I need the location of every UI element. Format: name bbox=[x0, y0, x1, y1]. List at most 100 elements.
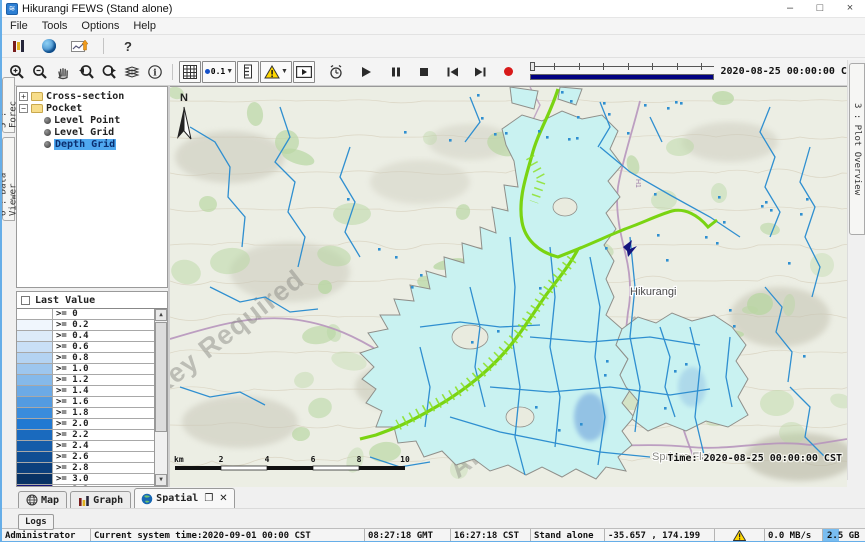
status-memory: 2.5 GB bbox=[822, 529, 865, 542]
memory-label: 2.5 GB bbox=[823, 529, 865, 541]
globe-wire-icon bbox=[26, 494, 38, 506]
expand-icon[interactable]: + bbox=[19, 92, 28, 101]
tab-graph-label: Graph bbox=[93, 495, 123, 506]
tab-maximize-icon[interactable]: ❐ bbox=[204, 493, 213, 504]
scroll-thumb[interactable] bbox=[155, 322, 167, 432]
legend-row[interactable]: >= 1.8 bbox=[17, 408, 154, 419]
legend-swatch bbox=[17, 452, 53, 462]
pan-hand-icon[interactable] bbox=[52, 61, 74, 83]
info-icon[interactable]: i bbox=[144, 61, 166, 83]
tree-label: Pocket bbox=[46, 103, 82, 114]
menu-options[interactable]: Options bbox=[81, 20, 119, 32]
tab-map[interactable]: Map bbox=[18, 491, 67, 508]
tab-plot-overview[interactable]: 3 : Plot Overview bbox=[849, 63, 865, 235]
legend-swatch bbox=[17, 342, 53, 352]
warning-threshold-dropdown[interactable]: ▼ bbox=[260, 61, 292, 83]
stop-icon[interactable] bbox=[413, 61, 435, 83]
step-back-icon[interactable] bbox=[441, 61, 463, 83]
legend-label: >= 1.4 bbox=[53, 386, 89, 396]
legend-label: >= 0.8 bbox=[53, 353, 89, 363]
tab-graph[interactable]: Graph bbox=[70, 491, 131, 508]
scroll-track[interactable] bbox=[155, 321, 167, 474]
pause-icon[interactable] bbox=[385, 61, 407, 83]
status-coordinates: -35.657 , 174.199 bbox=[604, 529, 714, 542]
legend-scrollbar[interactable]: ▲ ▼ bbox=[154, 309, 167, 486]
collapse-icon[interactable]: − bbox=[19, 104, 28, 113]
close-button[interactable]: × bbox=[835, 0, 865, 17]
help-button[interactable]: ? bbox=[117, 35, 139, 57]
tree-item-level-point[interactable]: Level Point bbox=[19, 114, 167, 126]
bottom-tab-bar: Map Graph Spatial ❐ ✕ bbox=[2, 487, 865, 508]
legend-swatch bbox=[17, 485, 53, 486]
legend-swatch bbox=[17, 320, 53, 330]
status-warning-cell[interactable] bbox=[714, 529, 764, 542]
tree-item-pocket[interactable]: − Pocket bbox=[19, 102, 167, 114]
tab-forecast[interactable]: 5 : Forec bbox=[2, 77, 15, 133]
scale-gauge-button[interactable] bbox=[237, 61, 259, 83]
map-canvas[interactable]: API Key Required API Key Required bbox=[170, 87, 847, 487]
legend-row[interactable]: >= 3.0 bbox=[17, 474, 154, 485]
menu-file[interactable]: File bbox=[10, 20, 28, 32]
legend-row[interactable]: >= 0.2 bbox=[17, 320, 154, 331]
legend-row[interactable]: >= 2.8 bbox=[17, 463, 154, 474]
legend-row[interactable]: >= 3.2 bbox=[17, 485, 154, 486]
status-network-rate: 0.0 MB/s bbox=[764, 529, 822, 542]
legend-row[interactable]: >= 0.4 bbox=[17, 331, 154, 342]
tab-spatial[interactable]: Spatial ❐ ✕ bbox=[134, 488, 235, 508]
scroll-up-icon[interactable]: ▲ bbox=[155, 309, 167, 321]
legend-row[interactable]: >= 0.6 bbox=[17, 342, 154, 353]
status-user: Administrator bbox=[2, 529, 90, 542]
legend-row[interactable]: >= 2.4 bbox=[17, 441, 154, 452]
animation-settings-icon[interactable] bbox=[325, 61, 347, 83]
legend-label: >= 0 bbox=[53, 309, 78, 319]
scroll-down-icon[interactable]: ▼ bbox=[155, 474, 167, 486]
maximize-button[interactable]: □ bbox=[805, 0, 835, 17]
legend-row[interactable]: >= 1.6 bbox=[17, 397, 154, 408]
legend-row[interactable]: >= 1.0 bbox=[17, 364, 154, 375]
logs-button[interactable]: Logs bbox=[18, 514, 54, 530]
legend-row[interactable]: >= 2.0 bbox=[17, 419, 154, 430]
step-forward-icon[interactable] bbox=[469, 61, 491, 83]
forecast-dialog-icon[interactable] bbox=[68, 35, 90, 57]
zoom-next-icon[interactable] bbox=[98, 61, 120, 83]
time-slider-handle[interactable] bbox=[530, 62, 535, 71]
timeseries-display-icon[interactable] bbox=[8, 35, 30, 57]
legend-label: >= 3.2 bbox=[53, 485, 89, 486]
tab-data-viewer[interactable]: 6 : Data Viewer bbox=[2, 137, 15, 221]
zoom-previous-icon[interactable] bbox=[75, 61, 97, 83]
town-label: Hikurangi bbox=[630, 286, 676, 298]
menu-help[interactable]: Help bbox=[133, 20, 156, 32]
zoom-out-icon[interactable] bbox=[29, 61, 51, 83]
legend-row[interactable]: >= 0 bbox=[17, 309, 154, 320]
tree-item-cross-section[interactable]: + Cross-section bbox=[19, 90, 167, 102]
record-icon[interactable] bbox=[497, 61, 519, 83]
legend-row[interactable]: >= 0.8 bbox=[17, 353, 154, 364]
animation-display-button[interactable] bbox=[293, 61, 315, 83]
warning-icon bbox=[733, 530, 746, 541]
legend-label: >= 2.8 bbox=[53, 463, 89, 473]
menu-tools[interactable]: Tools bbox=[42, 20, 68, 32]
legend-row[interactable]: >= 2.2 bbox=[17, 430, 154, 441]
play-icon[interactable] bbox=[355, 61, 377, 83]
legend-row[interactable]: >= 1.4 bbox=[17, 386, 154, 397]
legend-row[interactable]: >= 2.6 bbox=[17, 452, 154, 463]
tree-item-depth-grid[interactable]: Depth Grid bbox=[19, 138, 167, 150]
time-slider[interactable] bbox=[530, 62, 714, 82]
last-value-checkbox[interactable] bbox=[21, 296, 30, 305]
spatial-display-icon[interactable] bbox=[38, 35, 60, 57]
grid-display-button[interactable] bbox=[179, 61, 201, 83]
menu-bar: File Tools Options Help bbox=[2, 18, 865, 35]
title-bar: ≋ Hikurangi FEWS (Stand alone) – □ × bbox=[2, 0, 865, 18]
tab-close-icon[interactable]: ✕ bbox=[219, 493, 227, 504]
svg-text:2: 2 bbox=[219, 455, 224, 464]
app-window: ≋ Hikurangi FEWS (Stand alone) – □ × Fil… bbox=[0, 0, 865, 542]
threshold-value: 0.1 bbox=[211, 67, 225, 76]
tree-item-level-grid[interactable]: Level Grid bbox=[19, 126, 167, 138]
legend-row[interactable]: >= 1.2 bbox=[17, 375, 154, 386]
classbreak-threshold-dropdown[interactable]: 0.1 ▼ bbox=[202, 61, 236, 83]
minimize-button[interactable]: – bbox=[775, 0, 805, 17]
layer-tree: + Cross-section − Pocket Level Point Lev… bbox=[16, 86, 168, 288]
layers-icon[interactable] bbox=[121, 61, 143, 83]
legend-label: >= 2.4 bbox=[53, 441, 89, 451]
map-view[interactable]: API Key Required API Key Required bbox=[170, 86, 847, 487]
